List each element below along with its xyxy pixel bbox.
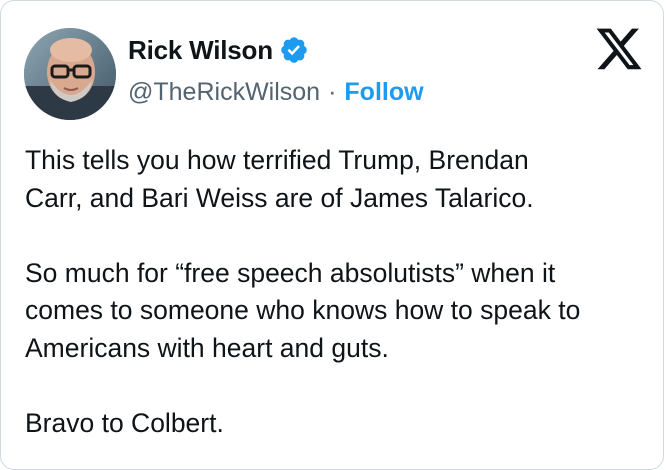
tweet-line-blank bbox=[25, 217, 655, 255]
verified-badge-icon[interactable] bbox=[279, 35, 309, 65]
tweet-line: Americans with heart and guts. bbox=[25, 332, 389, 363]
tweet-line: Bravo to Colbert. bbox=[25, 407, 224, 438]
tweet-line: Carr, and Bari Weiss are of James Talari… bbox=[25, 182, 534, 213]
tweet-line: So much for “free speech absolutists” wh… bbox=[25, 257, 556, 288]
author-name-row: Rick Wilson bbox=[128, 33, 424, 67]
author-block: Rick Wilson @TheRickWilson · Follow bbox=[128, 33, 424, 107]
separator-dot: · bbox=[328, 78, 337, 106]
author-handle[interactable]: @TheRickWilson bbox=[128, 77, 320, 107]
avatar-photo bbox=[24, 28, 116, 120]
x-logo-icon[interactable] bbox=[594, 28, 644, 74]
author-handle-row: @TheRickWilson · Follow bbox=[128, 77, 424, 107]
tweet-line-blank bbox=[25, 367, 655, 405]
tweet-line: comes to someone who knows how to speak … bbox=[25, 295, 581, 325]
follow-button[interactable]: Follow bbox=[344, 77, 423, 107]
tweet-line: This tells you how terrified Trump, Bren… bbox=[25, 145, 529, 175]
avatar[interactable] bbox=[24, 28, 116, 120]
author-name[interactable]: Rick Wilson bbox=[128, 35, 273, 66]
tweet-card: Rick Wilson @TheRickWilson · Follow This… bbox=[0, 0, 664, 470]
tweet-text: This tells you how terrified Trump, Bren… bbox=[25, 142, 655, 442]
